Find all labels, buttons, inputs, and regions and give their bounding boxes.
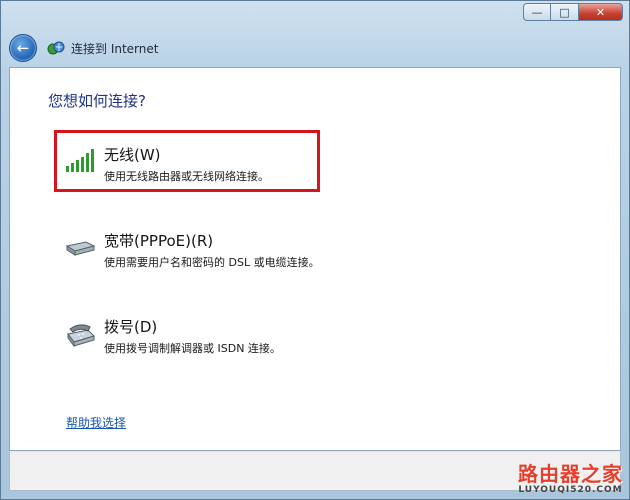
window-title: 连接到 Internet: [71, 41, 159, 56]
option-wireless-title: 无线(W): [104, 146, 161, 164]
dialup-phone-icon: [64, 320, 95, 348]
broadband-modem-icon: [64, 234, 96, 258]
option-dialup[interactable]: 拨号(D) 使用拨号调制解调器或 ISDN 连接。: [60, 314, 310, 362]
option-dialup-description: 使用拨号调制解调器或 ISDN 连接。: [104, 342, 281, 355]
option-broadband-title: 宽带(PPPoE)(R): [104, 232, 214, 250]
close-button[interactable]: ✕: [579, 3, 623, 21]
caption-buttons: — □ ✕: [523, 3, 623, 21]
wizard-window: — □ ✕ ← 连接到 Internet 您想如何连接? 无线(W) 使用无线路…: [0, 0, 630, 500]
minimize-button[interactable]: —: [523, 3, 551, 21]
page-heading: 您想如何连接?: [48, 92, 146, 110]
navigation-bar: ← 连接到 Internet: [9, 31, 621, 65]
content-pane: 您想如何连接? 无线(W) 使用无线路由器或无线网络连接。 宽带(PPPoE)(…: [9, 67, 621, 451]
watermark: 路由器之家 LUYOUQI520.COM: [518, 458, 623, 495]
option-wireless[interactable]: 无线(W) 使用无线路由器或无线网络连接。: [60, 142, 310, 190]
option-broadband[interactable]: 宽带(PPPoE)(R) 使用需要用户名和密码的 DSL 或电缆连接。: [60, 228, 320, 276]
watermark-text-cn: 路由器之家: [518, 462, 623, 486]
back-button[interactable]: ←: [9, 34, 37, 62]
wireless-signal-icon: [64, 148, 94, 172]
option-dialup-title: 拨号(D): [104, 318, 158, 336]
option-broadband-description: 使用需要用户名和密码的 DSL 或电缆连接。: [104, 256, 320, 269]
network-globe-icon: [47, 40, 65, 56]
watermark-text-en: LUYOUQI520.COM: [518, 485, 623, 495]
back-arrow-icon: ←: [16, 39, 30, 57]
maximize-button[interactable]: □: [551, 3, 579, 21]
option-wireless-description: 使用无线路由器或无线网络连接。: [104, 170, 269, 183]
help-me-choose-link[interactable]: 帮助我选择: [66, 414, 126, 431]
